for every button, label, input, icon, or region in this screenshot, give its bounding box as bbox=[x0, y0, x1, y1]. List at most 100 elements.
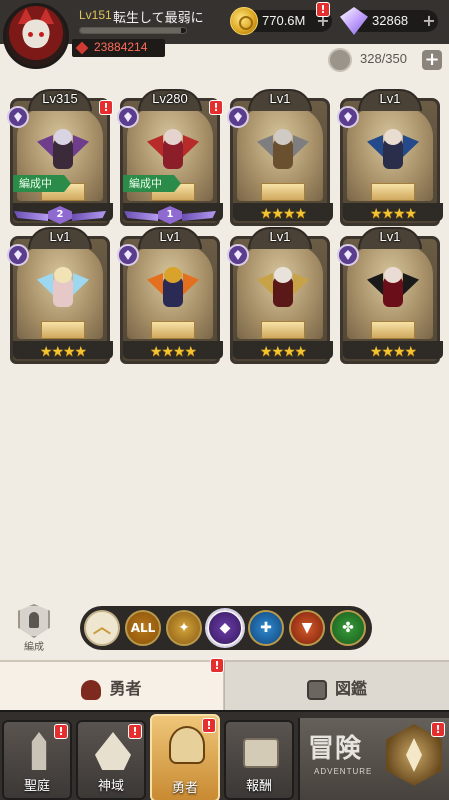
hero-sprite bbox=[37, 125, 89, 183]
dark-class-icon bbox=[117, 244, 139, 266]
hero-sprite-wing bbox=[73, 273, 89, 295]
hero-level: Lv1 bbox=[159, 229, 181, 244]
hero-star-row: ★★★★ bbox=[343, 341, 443, 360]
formation-button[interactable]: 編成 bbox=[14, 604, 54, 653]
hero-card[interactable]: ★★★★ Lv1 bbox=[117, 227, 223, 364]
exp-bar-fill bbox=[80, 28, 181, 33]
nav-courtyard-alert-badge: ! bbox=[54, 724, 68, 739]
hero-card-backdrop bbox=[347, 245, 433, 339]
hero-sprite bbox=[147, 263, 199, 321]
hero-pedestal bbox=[261, 321, 305, 339]
hero-sprite-head bbox=[164, 267, 182, 283]
hero-sprite-head bbox=[384, 267, 402, 283]
filter-nature-button[interactable]: ✤ bbox=[330, 610, 366, 646]
dark-class-icon bbox=[337, 244, 359, 266]
cat-knight-avatar-icon bbox=[23, 20, 49, 48]
hero-card[interactable]: Lv315 2 編成中! bbox=[7, 89, 113, 226]
exp-bar bbox=[79, 27, 187, 34]
hero-card[interactable]: ★★★★ Lv1 bbox=[337, 89, 443, 226]
hero-pedestal bbox=[261, 183, 305, 201]
pawn-icon bbox=[29, 612, 39, 628]
power-gem-icon bbox=[75, 41, 89, 55]
in-formation-tag: 編成中 bbox=[13, 175, 71, 192]
collapse-filter-button[interactable]: ︿ bbox=[84, 610, 120, 646]
combat-power: 23884214 bbox=[72, 39, 165, 57]
filter-beast-button[interactable]: ▼ bbox=[289, 610, 325, 646]
expand-capacity-button[interactable]: + bbox=[422, 50, 442, 70]
tab-codex[interactable]: 図鑑 bbox=[224, 660, 449, 710]
gold-counter[interactable]: 770.6M + ! bbox=[230, 2, 332, 35]
tree-icon: ✤ bbox=[342, 620, 354, 636]
nav-divine[interactable]: 神域 ! bbox=[76, 720, 146, 800]
hero-sprite-wing bbox=[293, 273, 309, 295]
filter-dark-button[interactable]: ◆ bbox=[207, 610, 243, 646]
adventure-subtitle: ADVENTURE bbox=[314, 767, 373, 776]
nav-divine-label: 神域 bbox=[97, 779, 124, 794]
hero-stars: ★★★★ bbox=[149, 344, 197, 360]
hero-sprite-head bbox=[274, 267, 292, 283]
hero-level: Lv1 bbox=[379, 229, 401, 244]
hero-capacity: 328/350 + bbox=[328, 48, 442, 72]
add-gems-button[interactable]: + bbox=[422, 13, 436, 29]
hero-sprite-head bbox=[54, 129, 72, 145]
player-name[interactable]: 転生して最弱に bbox=[113, 7, 204, 26]
bottom-nav: 聖庭 ! 神域 ! 勇者 ! 報酬 冒険 ADVENTURE ! bbox=[0, 710, 449, 800]
hero-sprite-wing bbox=[293, 135, 309, 157]
nav-courtyard[interactable]: 聖庭 ! bbox=[2, 720, 72, 800]
diamond-icon bbox=[340, 7, 368, 35]
helmet-icon bbox=[169, 726, 205, 764]
hero-sprite-wing bbox=[257, 135, 273, 157]
adventure-alert-badge: ! bbox=[431, 722, 445, 737]
adventure-button[interactable]: 冒険 ADVENTURE ! bbox=[298, 718, 449, 800]
hero-star-row: ★★★★ bbox=[343, 203, 443, 222]
element-filter-bar: ︿ ALL ✦ ◆ ✚ ▼ ✤ bbox=[80, 606, 372, 650]
hero-stars: ★★★★ bbox=[369, 344, 417, 360]
hero-sprite-wing bbox=[183, 135, 199, 157]
gold-coin-icon bbox=[230, 7, 258, 35]
hero-sprite-head bbox=[54, 267, 72, 283]
filter-all-button[interactable]: ALL bbox=[125, 610, 161, 646]
hero-level: Lv1 bbox=[49, 229, 71, 244]
hero-card[interactable]: ★★★★ Lv1 bbox=[7, 227, 113, 364]
hero-sprite-wing bbox=[257, 273, 273, 295]
player-avatar[interactable] bbox=[3, 3, 69, 69]
hero-level: Lv1 bbox=[269, 229, 291, 244]
hero-sprite-wing bbox=[183, 273, 199, 295]
sky-sword-icon: ✚ bbox=[260, 620, 272, 636]
hero-card-backdrop bbox=[127, 245, 213, 339]
hero-card[interactable]: ★★★★ Lv1 bbox=[227, 89, 333, 226]
hero-card-backdrop bbox=[17, 245, 103, 339]
filter-light-button[interactable]: ✦ bbox=[166, 610, 202, 646]
hero-sprite-wing bbox=[147, 273, 163, 295]
nav-courtyard-label: 聖庭 bbox=[23, 779, 50, 794]
hero-card-backdrop bbox=[237, 107, 323, 201]
hero-card[interactable]: ★★★★ Lv1 bbox=[227, 227, 333, 364]
hero-card[interactable]: Lv280 1 編成中! bbox=[117, 89, 223, 226]
nav-rewards[interactable]: 報酬 bbox=[224, 720, 294, 800]
nav-rewards-label: 報酬 bbox=[245, 779, 272, 794]
treasure-chest-icon bbox=[243, 738, 279, 768]
hero-sprite-wing bbox=[37, 273, 53, 295]
gem-counter[interactable]: 32868 + bbox=[340, 7, 438, 35]
hero-sprite bbox=[147, 125, 199, 183]
dark-class-icon bbox=[7, 244, 29, 266]
tab-heroes[interactable]: 勇者 ! bbox=[0, 658, 224, 710]
filter-sky-button[interactable]: ✚ bbox=[248, 610, 284, 646]
hero-sprite bbox=[257, 263, 309, 321]
hero-card[interactable]: ★★★★ Lv1 bbox=[337, 227, 443, 364]
tower-icon bbox=[31, 732, 47, 770]
hero-sprite-head bbox=[274, 129, 292, 145]
hero-level: Lv280 bbox=[152, 91, 188, 106]
divine-crest-icon bbox=[95, 732, 131, 770]
hero-pedestal bbox=[151, 321, 195, 339]
hero-pedestal bbox=[41, 321, 85, 339]
hero-stars: ★★★★ bbox=[39, 344, 87, 360]
adventure-title: 冒険 bbox=[308, 734, 363, 764]
hero-card-backdrop bbox=[237, 245, 323, 339]
tab-heroes-alert-badge: ! bbox=[210, 658, 224, 673]
hero-pedestal bbox=[371, 183, 415, 201]
hero-sprite-wing bbox=[403, 273, 419, 295]
dark-eye-icon: ◆ bbox=[219, 620, 231, 636]
nav-heroes[interactable]: 勇者 ! bbox=[150, 714, 220, 800]
hero-sprite-wing bbox=[367, 273, 383, 295]
